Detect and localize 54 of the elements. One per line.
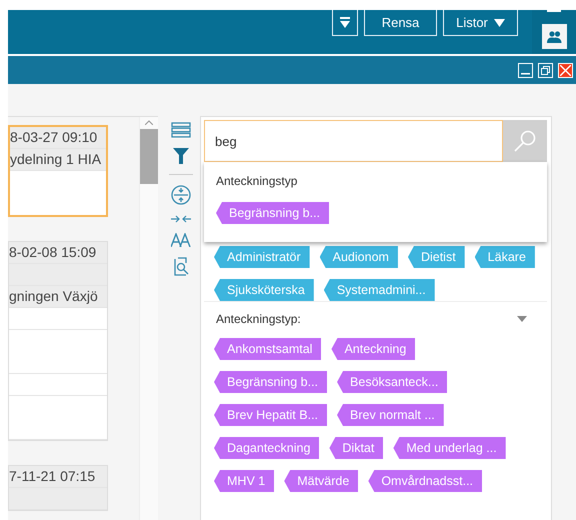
filter-tag[interactable]: Anteckning [331, 338, 416, 360]
font-size-icon[interactable] [171, 233, 191, 247]
filter-dropdown-button[interactable] [332, 10, 358, 36]
card-row: 8-02-08 15:09 [9, 242, 107, 264]
note-card[interactable]: 8-02-08 15:09 gningen Växjö [8, 241, 108, 441]
lists-menu-button[interactable]: Listor [443, 10, 518, 36]
card-row: 8-03-27 09:10 [10, 127, 106, 149]
scrollbar[interactable] [139, 117, 158, 520]
filter-tag[interactable]: Systemadmini... [324, 279, 435, 301]
filter-tag[interactable]: Administratör [214, 246, 310, 268]
filter-tag[interactable]: Besöksanteck... [337, 371, 448, 393]
scroll-thumb[interactable] [140, 129, 158, 184]
filter-tag[interactable]: Begränsning b... [214, 371, 328, 393]
filter-tag[interactable]: Diktat [329, 437, 384, 459]
collapse-icon[interactable] [171, 185, 191, 205]
close-button[interactable] [558, 62, 573, 78]
filter-tag[interactable]: Audionom [320, 246, 398, 268]
filter-tag[interactable]: Mätvärde [284, 470, 358, 492]
caret-icon [339, 16, 351, 30]
filter-tag[interactable]: Brev normalt ... [337, 404, 444, 426]
search-document-icon[interactable] [172, 257, 190, 276]
minimize-icon [521, 73, 530, 75]
filter-tag[interactable]: Läkare [474, 246, 535, 268]
filter-tag[interactable]: Brev Hepatit B... [214, 404, 328, 426]
people-icon [546, 30, 562, 42]
filter-tag[interactable]: Sjuksköterska [214, 279, 314, 301]
filter-tag[interactable]: Dietist [408, 246, 465, 268]
clear-button[interactable]: Rensa [364, 10, 437, 36]
arrows-inward-icon[interactable] [171, 215, 191, 223]
restore-icon [541, 66, 550, 74]
section-heading: Anteckningstyp: [216, 312, 301, 326]
restore-button[interactable] [538, 62, 553, 78]
caret-icon [494, 18, 505, 26]
note-card[interactable]: 7-11-21 07:15 [8, 465, 108, 511]
people-button[interactable] [542, 24, 566, 49]
suggestion-tag[interactable]: Begränsning b... [216, 202, 330, 224]
filter-icon[interactable] [173, 148, 189, 164]
filter-tag[interactable]: Med underlag ... [393, 437, 506, 459]
card-row: ydelning 1 HIA [10, 149, 106, 171]
filter-tag[interactable]: MHV 1 [214, 470, 274, 492]
card-row: 7-11-21 07:15 [9, 466, 107, 488]
filter-tag[interactable]: Omvårdnadsst... [368, 470, 482, 492]
note-card[interactable]: 8-03-27 09:10 ydelning 1 HIA [8, 125, 108, 217]
close-icon [560, 64, 571, 76]
search-field[interactable]: beg [204, 120, 503, 162]
filter-tag[interactable]: Daganteckning [214, 437, 320, 459]
scroll-up-icon [145, 120, 153, 125]
suggestion-heading: Anteckningstyp [216, 174, 298, 188]
chevron-icon[interactable] [517, 316, 527, 322]
list-icon[interactable] [171, 122, 191, 138]
search-icon [514, 130, 536, 152]
filter-tag[interactable]: Ankomstsamtal [214, 338, 322, 360]
minimize-button[interactable] [518, 62, 533, 78]
card-row: gningen Växjö [9, 286, 107, 308]
